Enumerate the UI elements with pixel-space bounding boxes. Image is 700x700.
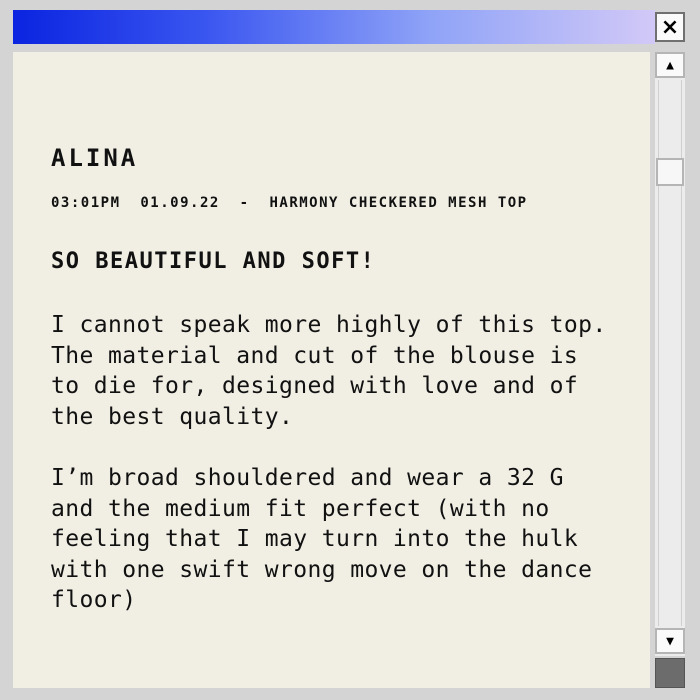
review-content: ALINA 03:01PM 01.09.22 - HARMONY CHECKER…: [13, 52, 650, 688]
review-meta: 03:01PM 01.09.22 - HARMONY CHECKERED MES…: [51, 195, 528, 211]
review-author: ALINA: [51, 144, 139, 172]
scroll-up-button[interactable]: ▲: [655, 52, 685, 78]
arrow-up-icon: ▲: [666, 57, 674, 73]
review-date: 01.09.22: [140, 195, 220, 211]
close-button[interactable]: ×: [655, 12, 685, 42]
review-headline: SO BEAUTIFUL AND SOFT!: [51, 249, 376, 274]
review-paragraph: I cannot speak more highly of this top. …: [51, 312, 607, 430]
resize-grip[interactable]: [655, 658, 685, 688]
review-window: × ALINA 03:01PM 01.09.22 - HARMONY CHECK…: [0, 0, 700, 700]
close-icon: ×: [660, 14, 680, 40]
title-bar[interactable]: [13, 10, 655, 44]
review-product: HARMONY CHECKERED MESH TOP: [269, 195, 528, 211]
scroll-down-button[interactable]: ▼: [655, 628, 685, 654]
review-paragraph: I’m broad shouldered and wear a 32 G and…: [51, 465, 593, 613]
arrow-down-icon: ▼: [666, 633, 674, 649]
scroll-thumb[interactable]: [656, 158, 684, 186]
review-time: 03:01PM: [51, 195, 121, 211]
meta-separator: -: [239, 195, 250, 211]
